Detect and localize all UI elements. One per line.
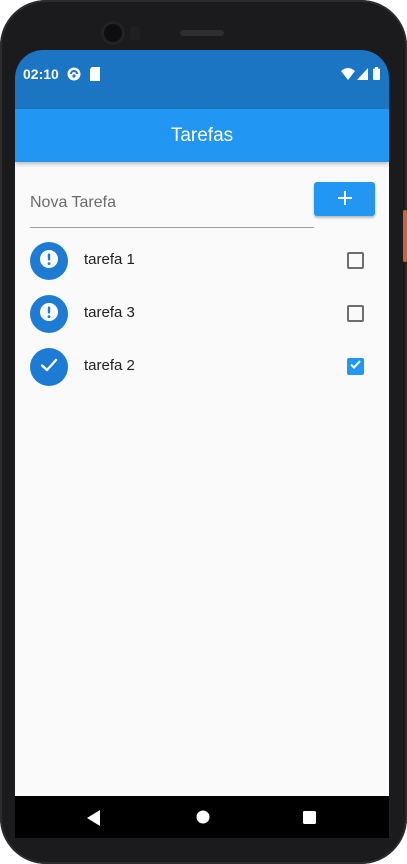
alert-icon bbox=[39, 302, 59, 327]
earpiece-speaker bbox=[180, 30, 224, 36]
proximity-sensor bbox=[130, 26, 140, 40]
check-icon bbox=[39, 355, 59, 380]
task-label: tarefa 2 bbox=[84, 357, 135, 374]
app-notification-icon bbox=[67, 67, 81, 86]
new-task-input[interactable] bbox=[30, 178, 314, 227]
list-item[interactable]: tarefa 3 bbox=[15, 287, 389, 340]
main-content: tarefa 1 tarefa 3 bbox=[15, 162, 389, 796]
cell-signal-icon bbox=[357, 67, 368, 85]
screen: 02:10 Tarefas Nova Tarefa tarefa 1 taref… bbox=[15, 50, 389, 838]
plus-icon bbox=[337, 190, 353, 209]
alert-icon bbox=[39, 249, 59, 274]
status-bar: 02:10 bbox=[15, 50, 389, 109]
task-status-avatar bbox=[30, 348, 68, 386]
checkmark-icon bbox=[349, 358, 362, 376]
task-label: tarefa 1 bbox=[84, 251, 135, 268]
battery-icon bbox=[373, 67, 380, 85]
task-label: tarefa 3 bbox=[84, 304, 135, 321]
task-status-avatar bbox=[30, 295, 68, 333]
list-item[interactable]: tarefa 1 bbox=[15, 234, 389, 287]
list-item[interactable]: tarefa 2 bbox=[15, 340, 389, 393]
wifi-icon bbox=[341, 67, 355, 85]
new-task-field bbox=[30, 178, 314, 228]
task-checkbox[interactable] bbox=[347, 305, 364, 322]
front-camera bbox=[104, 24, 122, 42]
task-status-avatar bbox=[30, 242, 68, 280]
power-button bbox=[403, 210, 407, 262]
sd-card-icon bbox=[89, 67, 101, 86]
home-icon[interactable] bbox=[196, 810, 210, 829]
status-time: 02:10 bbox=[23, 66, 59, 82]
system-nav-bar bbox=[15, 796, 389, 838]
task-list: tarefa 1 tarefa 3 tarefa 2 bbox=[15, 234, 389, 393]
back-icon[interactable] bbox=[87, 810, 101, 831]
app-bar: Tarefas bbox=[15, 109, 389, 162]
task-checkbox[interactable] bbox=[347, 252, 364, 269]
recents-icon[interactable] bbox=[303, 811, 316, 829]
task-checkbox[interactable] bbox=[347, 358, 364, 375]
add-task-button[interactable] bbox=[314, 182, 375, 216]
phone-frame: 02:10 Tarefas Nova Tarefa tarefa 1 taref… bbox=[0, 0, 407, 864]
page-title: Tarefas bbox=[170, 124, 234, 146]
